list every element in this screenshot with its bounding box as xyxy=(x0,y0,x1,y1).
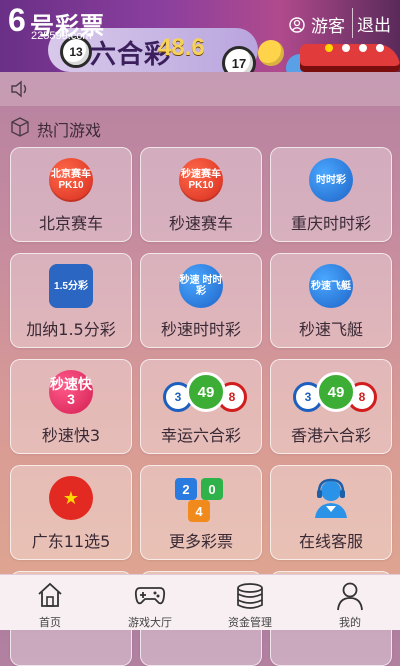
nav-label: 资金管理 xyxy=(228,616,272,629)
lottery-balls-icon: 3 8 49 xyxy=(163,372,247,416)
game-tile-instant-k3[interactable]: 秒速快3 秒速快3 xyxy=(10,359,132,454)
section-title: 热门游戏 xyxy=(37,121,102,140)
banner-ball-yellow xyxy=(258,40,284,66)
game-label: 秒速时时彩 xyxy=(160,320,241,339)
home-icon xyxy=(38,582,62,607)
instant-ssc-icon: 秒速 时时彩 xyxy=(179,264,223,308)
top-banner[interactable]: 13 六合彩 48.6 17 6 号彩票 225599.com 游客 退出 xyxy=(0,0,400,72)
game-label: 秒速飞艇 xyxy=(298,320,363,339)
game-tile-instant-ssc[interactable]: 秒速 时时彩 秒速时时彩 xyxy=(140,253,262,348)
lottery-balls-icon: 3 8 49 xyxy=(293,372,377,416)
gamepad-icon xyxy=(134,587,166,605)
section-hot-games: 热门游戏 xyxy=(9,116,101,142)
speaker-icon xyxy=(10,80,30,102)
carousel-dot[interactable] xyxy=(376,44,384,52)
instant-race-icon: 秒速赛车 PK10 xyxy=(179,158,223,202)
nav-game-hall[interactable]: 游戏大厅 xyxy=(100,575,200,630)
logo-domain: 225599.com xyxy=(31,30,92,42)
nav-label: 游戏大厅 xyxy=(128,616,172,629)
game-tile-customer-service[interactable]: 在线客服 xyxy=(270,465,392,560)
nav-label: 我的 xyxy=(339,616,361,629)
game-tile-ghana-1-5[interactable]: 1.5分彩 加纳1.5分彩 xyxy=(10,253,132,348)
game-tile-hk-marksix[interactable]: 3 8 49 香港六合彩 xyxy=(270,359,392,454)
game-label: 在线客服 xyxy=(298,532,363,551)
carousel-dot[interactable] xyxy=(325,44,333,52)
carousel-dots xyxy=(325,44,384,52)
nav-label: 首页 xyxy=(39,616,61,629)
carousel-dot[interactable] xyxy=(359,44,367,52)
card-2: 2 xyxy=(175,478,197,500)
user-circle-icon xyxy=(289,16,305,33)
game-label: 幸运六合彩 xyxy=(160,426,241,445)
game-tile-more-lotteries[interactable]: 2 0 4 更多彩票 xyxy=(140,465,262,560)
bottom-navigation: 首页 游戏大厅 资金管理 我的 xyxy=(0,574,400,630)
chongqing-ssc-icon: 时时彩 xyxy=(309,158,353,202)
ghana-1-5-icon: 1.5分彩 xyxy=(49,264,93,308)
game-tile-instant-boat[interactable]: 秒速飞艇 秒速飞艇 xyxy=(270,253,392,348)
banner-ball-17: 17 xyxy=(222,46,256,72)
ball-49: 49 xyxy=(186,372,226,412)
nav-profile[interactable]: 我的 xyxy=(300,575,400,630)
game-tile-guangdong-11x5[interactable]: ★ 广东11选5 xyxy=(10,465,132,560)
cube-icon xyxy=(9,116,31,142)
game-label: 秒速赛车 xyxy=(168,214,233,233)
instant-boat-icon: 秒速飞艇 xyxy=(309,264,353,308)
banner-value: 48.6 xyxy=(158,34,205,61)
logo-number: 6 xyxy=(8,2,26,38)
coins-icon xyxy=(237,583,263,609)
beijing-pk10-icon: 北京赛车 PK10 xyxy=(49,158,93,202)
game-tile-beijing-pk10[interactable]: 北京赛车 PK10 北京赛车 xyxy=(10,147,132,242)
user-icon xyxy=(337,582,363,611)
customer-service-icon xyxy=(309,476,353,520)
china-flag-icon: ★ xyxy=(49,476,93,520)
game-tile-lucky-marksix[interactable]: 3 8 49 幸运六合彩 xyxy=(140,359,262,454)
game-label: 加纳1.5分彩 xyxy=(26,320,116,339)
game-label: 香港六合彩 xyxy=(290,426,371,445)
ball-49: 49 xyxy=(316,372,356,412)
game-label: 广东11选5 xyxy=(31,532,111,551)
notice-bar[interactable] xyxy=(0,72,400,106)
card-0: 0 xyxy=(201,478,223,500)
game-label: 更多彩票 xyxy=(168,532,233,551)
logout-button[interactable]: 退出 xyxy=(352,8,395,38)
instant-k3-icon: 秒速快3 xyxy=(49,370,93,414)
game-label: 北京赛车 xyxy=(38,214,103,233)
game-label: 秒速快3 xyxy=(41,426,101,445)
nav-home[interactable]: 首页 xyxy=(0,575,100,630)
carousel-dot[interactable] xyxy=(342,44,350,52)
guest-label: 游客 xyxy=(311,17,345,37)
number-cards-icon: 2 0 4 xyxy=(171,474,231,524)
game-tile-instant-race[interactable]: 秒速赛车 PK10 秒速赛车 xyxy=(140,147,262,242)
card-4: 4 xyxy=(188,500,210,522)
game-label: 重庆时时彩 xyxy=(290,214,371,233)
nav-funds[interactable]: 资金管理 xyxy=(200,575,300,630)
guest-account[interactable]: 游客 xyxy=(289,12,345,37)
game-tile-chongqing-ssc[interactable]: 时时彩 重庆时时彩 xyxy=(270,147,392,242)
